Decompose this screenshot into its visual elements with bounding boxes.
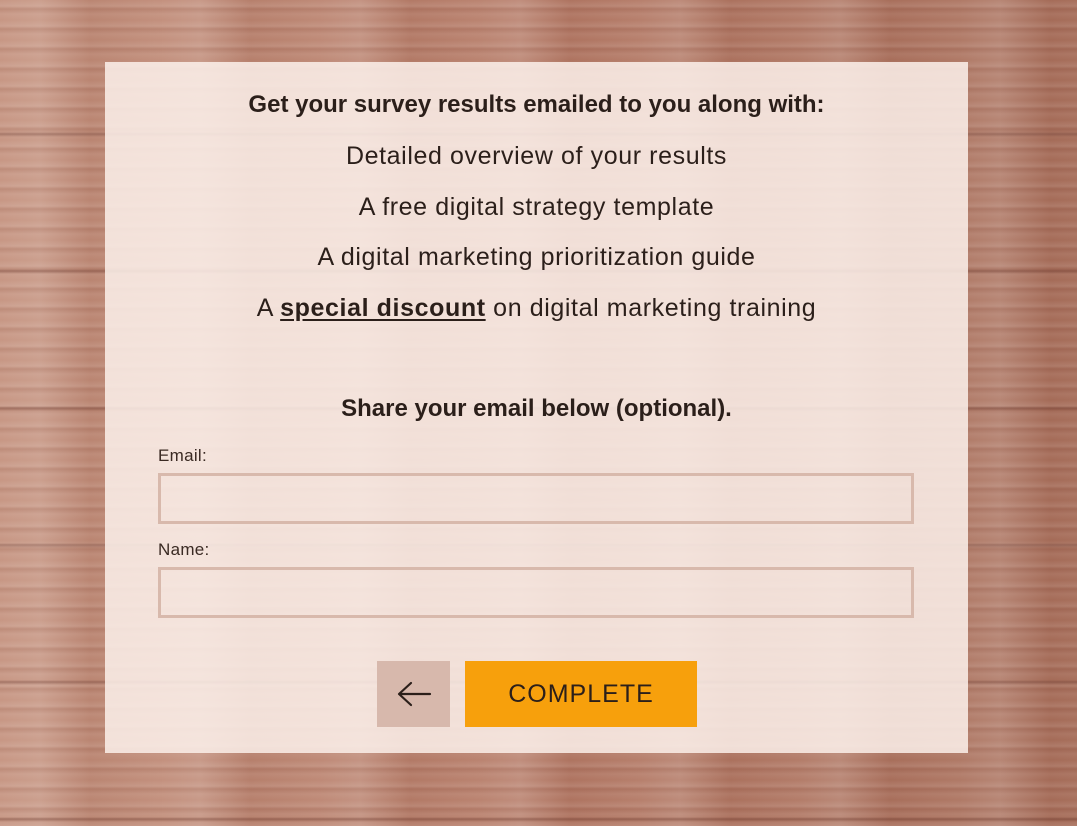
benefit-prefix: A <box>256 294 281 322</box>
benefit-item: Detailed overview of your results <box>345 142 728 170</box>
benefit-item: A special discount on digital marketing … <box>105 294 968 323</box>
name-field[interactable] <box>158 567 914 618</box>
benefit-item: A digital marketing prioritization guide <box>317 243 756 271</box>
arrow-left-icon <box>396 680 432 708</box>
results-heading: Get your survey results emailed to you a… <box>248 91 825 118</box>
benefit-item: A free digital strategy template <box>358 193 715 221</box>
back-button[interactable] <box>377 661 450 727</box>
survey-results-card: Get your survey results emailed to you a… <box>105 62 968 753</box>
complete-button[interactable]: COMPLETE <box>465 661 697 727</box>
email-field[interactable] <box>158 473 914 524</box>
email-label: Email: <box>158 446 208 465</box>
name-label: Name: <box>158 540 210 559</box>
share-email-prompt: Share your email below (optional). <box>341 395 732 422</box>
benefit-suffix: on digital marketing training <box>485 294 817 322</box>
special-discount-text: special discount <box>280 294 486 322</box>
